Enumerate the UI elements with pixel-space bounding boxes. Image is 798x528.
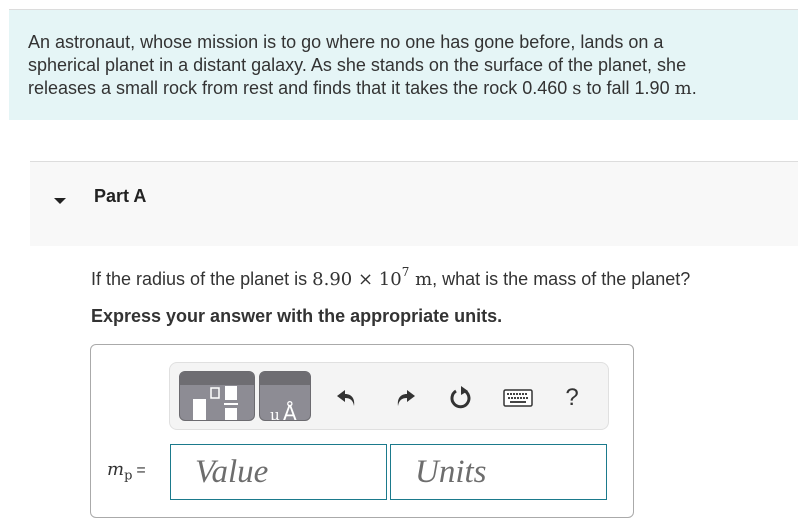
variable-subscript: p <box>124 468 133 484</box>
reset-icon[interactable] <box>448 385 474 411</box>
distance-unit: m <box>674 78 692 99</box>
problem-statement: An astronaut, whose mission is to go whe… <box>9 9 798 120</box>
time-unit: s <box>572 78 582 99</box>
problem-text: An astronaut, whose mission is to go whe… <box>28 31 778 100</box>
radius-base: 10 <box>378 269 402 290</box>
problem-line-2: spherical planet in a distant galaxy. As… <box>28 55 687 75</box>
help-icon[interactable]: ? <box>559 385 585 411</box>
units-input[interactable] <box>391 445 606 499</box>
math-toolbar: μ Å ? <box>169 362 609 430</box>
value-field[interactable] <box>170 444 387 500</box>
value-input[interactable] <box>171 445 386 499</box>
units-template-button[interactable]: μ Å <box>259 371 311 421</box>
equals-sign: = <box>136 462 146 479</box>
redo-icon[interactable] <box>392 385 418 411</box>
problem-line-3-mid: to fall <box>581 78 635 98</box>
problem-line-3-end: . <box>691 78 697 98</box>
units-field[interactable] <box>390 444 607 500</box>
templates-button[interactable] <box>179 371 255 421</box>
keyboard-icon[interactable] <box>502 385 534 411</box>
instruction-text: Express your answer with the appropriate… <box>91 306 503 326</box>
answer-variable-label: mp = <box>107 459 146 484</box>
variable-symbol: m <box>107 459 125 480</box>
caret-down-icon[interactable] <box>52 193 68 209</box>
question-text: If the radius of the planet is 8.90 × 10… <box>91 265 691 290</box>
help-label: ? <box>565 384 579 411</box>
undo-icon[interactable] <box>334 385 360 411</box>
radius-exponent: 7 <box>401 265 410 279</box>
fraction-template-icon <box>193 386 238 420</box>
question-pre: If the radius of the planet is <box>91 269 313 289</box>
distance-value: 1.90 <box>634 78 670 98</box>
part-title: Part A <box>94 186 147 206</box>
part-a-header[interactable]: Part A <box>30 161 798 246</box>
question-post: , what is the mass of the planet? <box>432 269 691 289</box>
answer-box: μ Å ? mp = <box>90 344 634 518</box>
radius-mantissa: 8.90 <box>312 269 353 290</box>
units-template-icon: μ Å <box>270 401 297 421</box>
svg-text:Å: Å <box>283 401 297 421</box>
times-sign: × <box>357 269 374 290</box>
problem-line-1: An astronaut, whose mission is to go whe… <box>28 32 664 52</box>
svg-text:μ: μ <box>270 406 280 421</box>
radius-unit: m <box>415 269 433 290</box>
problem-line-3: releases a small rock from rest and find… <box>28 78 523 98</box>
time-value: 0.460 <box>522 78 568 98</box>
radius-expression: 8.90 × 107 m <box>312 265 433 290</box>
